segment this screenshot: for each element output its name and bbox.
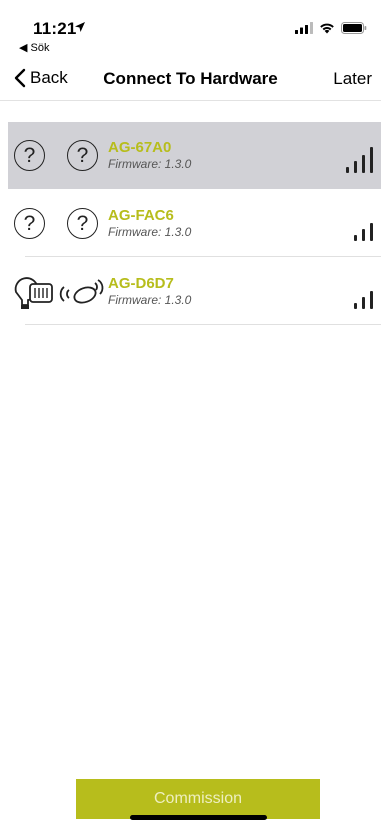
signal-strength-icon bbox=[346, 147, 373, 173]
unknown-device-icon: ? bbox=[67, 208, 98, 239]
commission-button[interactable]: Commission bbox=[76, 779, 320, 819]
navigation-bar: Back Connect To Hardware Later bbox=[0, 58, 381, 101]
home-indicator[interactable] bbox=[130, 815, 267, 820]
row-divider bbox=[25, 324, 381, 325]
device-type-icons: ? ? bbox=[8, 122, 98, 189]
row-divider bbox=[25, 256, 381, 257]
signal-strength-icon bbox=[354, 291, 373, 309]
status-bar: 11:21 ◀ Sök bbox=[0, 0, 381, 58]
back-button[interactable]: Back bbox=[14, 68, 68, 88]
later-button[interactable]: Later bbox=[333, 69, 372, 89]
cellular-signal-icon bbox=[295, 22, 313, 34]
device-name: AG-67A0 bbox=[108, 139, 172, 156]
unknown-device-icon: ? bbox=[14, 208, 45, 239]
unknown-device-icon: ? bbox=[67, 140, 98, 171]
clock-time: 11:21 bbox=[33, 19, 77, 38]
back-button-label: Back bbox=[30, 68, 68, 87]
light-bulb-icon bbox=[14, 276, 53, 309]
unknown-device-icon: ? bbox=[14, 140, 45, 171]
device-type-icons bbox=[8, 258, 106, 325]
battery-icon bbox=[341, 22, 367, 34]
wireless-sensor-icon bbox=[59, 278, 104, 303]
back-to-app-link[interactable]: ◀ Sök bbox=[19, 41, 49, 54]
wifi-icon bbox=[320, 23, 334, 34]
device-row[interactable]: AG-D6D7 Firmware: 1.3.0 bbox=[8, 258, 381, 325]
device-row[interactable]: ? ? AG-FAC6 Firmware: 1.3.0 bbox=[8, 190, 381, 257]
device-firmware: Firmware: 1.3.0 bbox=[108, 225, 192, 239]
status-icons bbox=[295, 22, 367, 34]
device-name: AG-FAC6 bbox=[108, 207, 174, 224]
location-arrow-icon bbox=[75, 22, 85, 32]
signal-strength-icon bbox=[354, 223, 373, 241]
device-firmware: Firmware: 1.3.0 bbox=[108, 157, 192, 171]
chevron-left-icon bbox=[14, 68, 26, 88]
device-name: AG-D6D7 bbox=[108, 275, 174, 292]
device-row[interactable]: ? ? AG-67A0 Firmware: 1.3.0 bbox=[8, 122, 381, 189]
device-firmware: Firmware: 1.3.0 bbox=[108, 293, 192, 307]
device-type-icons: ? ? bbox=[8, 190, 98, 257]
